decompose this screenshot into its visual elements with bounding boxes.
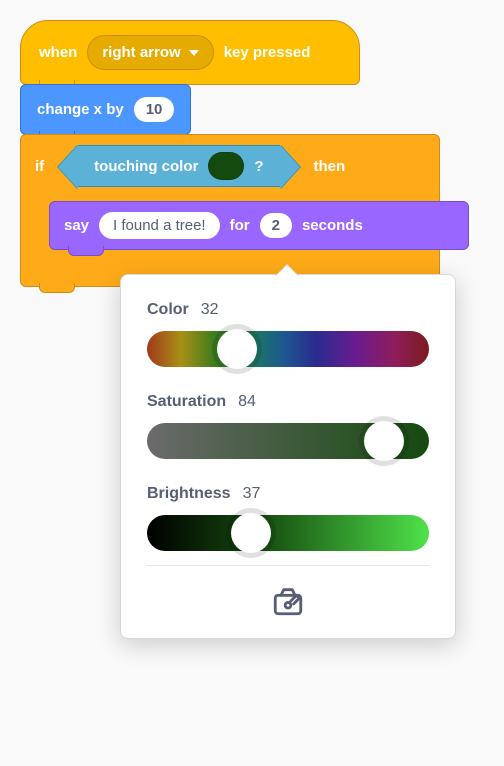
saturation-slider-group: Saturation 84	[147, 393, 429, 459]
eyedropper-button[interactable]	[271, 584, 305, 618]
color-slider-thumb[interactable]	[217, 329, 257, 369]
brightness-slider-group: Brightness 37	[147, 485, 429, 551]
change-x-label: change x by	[37, 101, 124, 118]
saturation-label: Saturation	[147, 393, 226, 411]
color-slider[interactable]	[147, 331, 429, 367]
when-label: when	[39, 44, 77, 61]
color-value: 32	[201, 301, 219, 319]
saturation-value: 84	[238, 393, 256, 411]
key-dropdown-value: right arrow	[102, 44, 180, 61]
color-swatch-input[interactable]	[208, 152, 244, 180]
say-for-label: for	[230, 217, 250, 234]
divider	[147, 565, 429, 566]
if-body: say I found a tree! for 2 seconds	[39, 197, 439, 258]
say-for-seconds-block[interactable]: say I found a tree! for 2 seconds	[49, 201, 469, 250]
chevron-down-icon	[189, 50, 199, 56]
color-label: Color	[147, 301, 189, 319]
color-picker-popover: Color 32 Saturation 84 Brightness 37	[120, 274, 456, 639]
hue-gradient	[147, 331, 429, 367]
brightness-slider-thumb[interactable]	[231, 513, 271, 553]
say-seconds-input[interactable]: 2	[260, 213, 292, 238]
if-head: if touching color ? then	[21, 135, 439, 197]
say-label: say	[64, 217, 89, 234]
brightness-slider[interactable]	[147, 515, 429, 551]
touching-color-suffix: ?	[254, 158, 263, 175]
say-text-input[interactable]: I found a tree!	[99, 212, 220, 239]
eyedropper-icon	[271, 584, 305, 618]
color-slider-group: Color 32	[147, 301, 429, 367]
brightness-value: 37	[243, 485, 261, 503]
script-stack: when right arrow key pressed change x by…	[20, 20, 484, 287]
then-label: then	[314, 158, 346, 175]
touching-color-condition[interactable]: touching color ?	[78, 145, 279, 187]
change-x-by-block[interactable]: change x by 10	[20, 84, 191, 135]
saturation-slider[interactable]	[147, 423, 429, 459]
saturation-slider-thumb[interactable]	[364, 421, 404, 461]
when-key-pressed-block[interactable]: when right arrow key pressed	[20, 20, 360, 85]
key-pressed-label: key pressed	[224, 44, 311, 61]
brightness-label: Brightness	[147, 485, 231, 503]
if-label: if	[35, 158, 44, 175]
say-seconds-label: seconds	[302, 217, 363, 234]
if-then-block[interactable]: if touching color ? then say I found a t…	[20, 134, 440, 287]
key-dropdown[interactable]: right arrow	[87, 35, 213, 70]
brightness-gradient	[147, 515, 429, 551]
touching-color-label: touching color	[94, 158, 198, 175]
change-x-value-input[interactable]: 10	[134, 97, 175, 122]
